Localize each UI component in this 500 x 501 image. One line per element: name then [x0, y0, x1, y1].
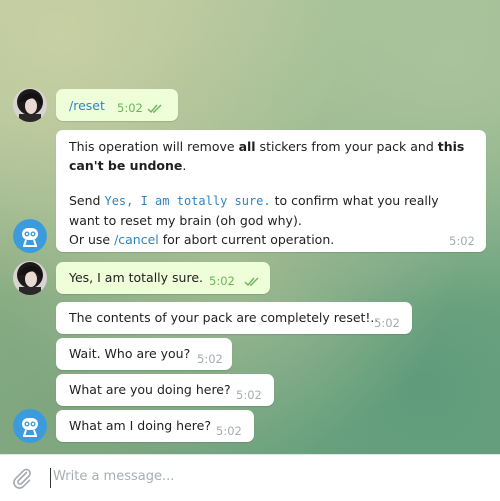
warning-line-1-a: This operation will remove — [69, 139, 239, 154]
user-avatar[interactable] — [13, 88, 47, 122]
warning-line-5-a: Or use — [69, 232, 115, 247]
warning-spacer — [69, 175, 464, 191]
message-incoming-warning[interactable]: This operation will remove all stickers … — [56, 130, 486, 252]
warning-line-4: want to reset my brain (oh god why). — [69, 213, 302, 228]
warning-line-3-a: Send — [69, 193, 105, 208]
message-incoming-reset-done[interactable]: The contents of your pack are completely… — [56, 302, 412, 334]
message-text: What are you doing here? — [69, 382, 231, 397]
message-time: 5:02 — [216, 424, 242, 438]
message-text: What am I doing here? — [69, 418, 211, 433]
warning-line-3: Send Yes, I am totally sure. to confirm … — [69, 191, 464, 211]
message-time: 5:02 — [117, 101, 143, 115]
message-incoming-what-doing[interactable]: What are you doing here? 5:02 — [56, 374, 274, 406]
user-avatar[interactable] — [13, 261, 47, 295]
warning-bold-cant-undo: can't be undone — [69, 158, 183, 173]
warning-line-1-c: stickers from your pack and — [255, 139, 438, 154]
warning-bold-this: this — [437, 139, 465, 154]
confirm-phrase-code[interactable]: Yes, I am totally sure. — [104, 194, 270, 208]
message-incoming-who[interactable]: Wait. Who are you? 5:02 — [56, 338, 232, 370]
double-check-icon — [244, 275, 260, 290]
message-input[interactable]: Write a message... — [53, 469, 174, 484]
cancel-command-link[interactable]: /cancel — [114, 232, 159, 247]
warning-line-2: can't be undone. — [69, 156, 464, 175]
message-text: Wait. Who are you? — [69, 346, 191, 361]
message-time: 5:02 — [209, 274, 235, 288]
message-time: 5:02 — [449, 234, 475, 248]
message-time: 5:02 — [197, 352, 223, 366]
message-outgoing-confirm[interactable]: Yes, I am totally sure. 5:02 — [56, 262, 270, 294]
paperclip-icon[interactable] — [10, 466, 34, 493]
command-link-reset[interactable]: /reset — [69, 96, 105, 115]
message-text: Yes, I am totally sure. — [69, 270, 203, 285]
message-incoming-what-am-i[interactable]: What am I doing here? 5:02 — [56, 410, 254, 442]
warning-bold-all: all — [238, 139, 256, 154]
message-time: 5:02 — [236, 388, 262, 402]
warning-line-1: This operation will remove all stickers … — [69, 137, 464, 156]
double-check-icon — [147, 102, 163, 117]
warning-line-5: Or use /cancel for abort current operati… — [69, 230, 464, 249]
warning-line-5-b: for abort current operation. — [158, 232, 335, 247]
message-composer: Write a message... — [0, 454, 500, 501]
message-outgoing-reset[interactable]: /reset 5:02 — [56, 89, 178, 121]
warning-line-3-b: to confirm what you really — [270, 193, 439, 208]
warning-text: This operation will remove all stickers … — [69, 137, 464, 249]
warning-line-2-end: . — [182, 158, 187, 173]
bot-avatar[interactable] — [13, 409, 47, 443]
message-time: 5:02 — [374, 316, 400, 330]
message-text: The contents of your pack are completely… — [69, 310, 379, 325]
text-cursor — [50, 468, 51, 488]
bot-avatar[interactable] — [13, 219, 47, 253]
